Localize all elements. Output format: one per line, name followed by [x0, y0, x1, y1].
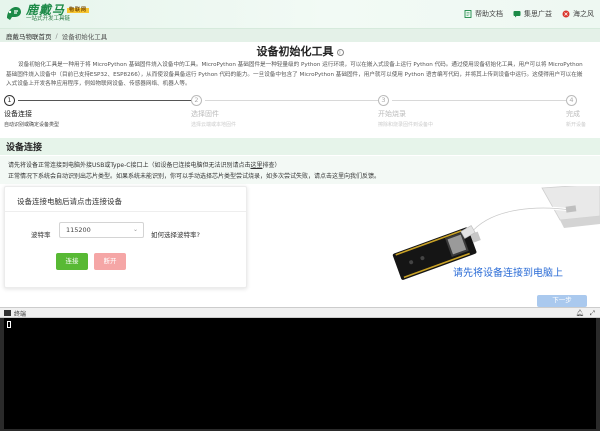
- step-2-connector: [205, 100, 379, 101]
- user-icon: [562, 10, 570, 18]
- baud-rate-help-link[interactable]: 如何选择波特率?: [151, 229, 200, 239]
- chevron-down-icon: ⌄: [132, 226, 138, 233]
- step-1: 1 设备连接 自动识别或确定设备类型: [4, 95, 193, 128]
- connect-card: 设备连接电脑后请点击连接设备 波特率 115200 ⌄ 如何选择波特率? 连接 …: [4, 186, 247, 288]
- nav-help-docs-label: 帮助文档: [475, 10, 503, 18]
- step-1-desc: 自动识别或确定设备类型: [4, 122, 60, 128]
- step-4-title: 完成: [566, 110, 580, 118]
- nav-help-docs[interactable]: 帮助文档: [464, 9, 503, 19]
- nav-user[interactable]: 海之风: [562, 9, 594, 19]
- device-connection-illustration: [392, 186, 600, 280]
- step-4: 4 完成 新开设备: [566, 95, 586, 128]
- page-title: 设备初始化工具 i: [0, 43, 600, 59]
- baud-rate-value: 115200: [66, 226, 91, 234]
- troubleshoot-link[interactable]: 这里: [250, 162, 262, 169]
- step-3-connector: [392, 100, 567, 101]
- breadcrumb: 鹿戴马物联首页 / 设备初始化工具: [0, 29, 600, 42]
- top-nav: 帮助文档 集思广益 海之风: [464, 9, 594, 19]
- step-4-desc: 新开设备: [566, 122, 587, 128]
- step-3-desc: 擦除和烧录固件到设备中: [378, 122, 434, 128]
- breadcrumb-current: 设备初始化工具: [61, 32, 108, 41]
- step-2: 2 选择固件 选择云端或本地固件: [191, 95, 379, 128]
- step-2-title: 选择固件: [191, 110, 219, 118]
- step-1-circle: 1: [4, 95, 15, 106]
- nav-ideas-label: 集思广益: [524, 10, 552, 18]
- breadcrumb-separator: /: [55, 31, 58, 40]
- breadcrumb-home[interactable]: 鹿戴马物联首页: [6, 31, 52, 41]
- connect-button[interactable]: 连接: [56, 253, 88, 270]
- terminal-output[interactable]: [4, 318, 596, 429]
- brand-name: 鹿戴马: [26, 2, 66, 17]
- baud-rate-select[interactable]: 115200 ⌄: [59, 222, 144, 238]
- notice-line-1-prefix: 请先将设备正常连接到电脑外接USB或Type-C接口上（如设备已连接电脑但无法识…: [8, 162, 251, 169]
- logo[interactable]: 鹿戴马 物联网 一站式开发工具链: [4, 2, 90, 23]
- step-1-connector: [18, 100, 193, 101]
- nav-user-label: 海之风: [573, 10, 594, 18]
- expand-icon[interactable]: ⤢: [590, 309, 595, 318]
- intro-text: 设备初始化工具是一种用于将 MicroPython 基础固件烧入设备中的工具。M…: [6, 62, 583, 87]
- terminal-icon: [4, 310, 11, 316]
- step-3: 3 开始烧录 擦除和烧录固件到设备中: [378, 95, 567, 128]
- notice-line-1: 请先将设备正常连接到电脑外接USB或Type-C接口上（如设备已连接电脑但无法识…: [8, 160, 281, 169]
- top-bar: 鹿戴马 物联网 一站式开发工具链 帮助文档 集思广益 海之风: [0, 0, 600, 29]
- section-header: 设备连接: [0, 138, 600, 155]
- section-title: 设备连接: [6, 143, 43, 153]
- page-title-text: 设备初始化工具: [256, 45, 334, 58]
- step-2-circle: 2: [191, 95, 202, 106]
- terminal-cursor: [7, 321, 11, 328]
- notice-line-2: 正常情况下系统会自动识别出芯片类型。如果系统未能识别，你可以手动选择芯片类型尝试…: [8, 173, 381, 180]
- bell-icon[interactable]: 🔔︎: [576, 309, 584, 317]
- step-2-desc: 选择云端或本地固件: [191, 122, 237, 128]
- connection-notice: 请先将设备正常连接到电脑外接USB或Type-C接口上（如设备已连接电脑但无法识…: [0, 156, 600, 184]
- disconnect-button[interactable]: 断开: [94, 253, 126, 270]
- step-3-circle: 3: [378, 95, 389, 106]
- deer-logo-icon: [7, 7, 21, 20]
- connect-card-title: 设备连接电脑后请点击连接设备: [17, 197, 122, 206]
- baud-rate-label: 波特率: [31, 231, 51, 239]
- step-4-circle: 4: [566, 95, 577, 106]
- nav-ideas[interactable]: 集思广益: [513, 9, 552, 19]
- step-1-title: 设备连接: [4, 110, 32, 118]
- step-progress: 1 设备连接 自动识别或确定设备类型 2 选择固件 选择云端或本地固件 3 开始…: [0, 95, 600, 135]
- info-icon[interactable]: i: [336, 48, 344, 56]
- illustration-caption: 请先将设备连接到电脑上: [453, 268, 563, 279]
- brand-slogan: 一站式开发工具链: [26, 15, 71, 22]
- chat-icon: [513, 11, 521, 18]
- next-step-button[interactable]: 下一步: [537, 295, 587, 307]
- terminal-header: 终端 🔔︎ ⤢: [0, 307, 600, 318]
- notice-line-1-suffix: 排查）: [262, 162, 281, 169]
- card-divider: [5, 211, 246, 212]
- brand-badge: 物联网: [67, 6, 90, 13]
- step-3-title: 开始烧录: [378, 110, 406, 118]
- terminal-title: 终端: [14, 311, 27, 318]
- document-icon: [464, 10, 472, 18]
